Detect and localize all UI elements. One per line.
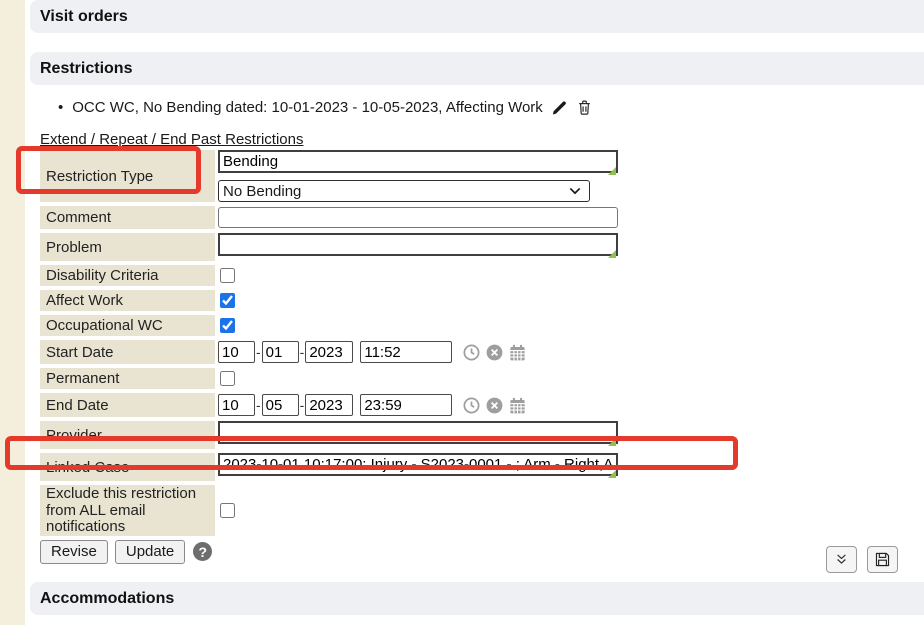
exclude-email-label: Exclude this restriction from ALL email … [40,485,215,536]
occupational-wc-label: Occupational WC [40,315,215,336]
help-icon[interactable]: ? [193,542,212,561]
calendar-icon [508,396,527,415]
provider-input[interactable] [218,421,618,444]
start-time-now-button[interactable] [462,343,481,362]
pencil-icon [551,99,568,116]
date-separator: - [256,344,261,360]
end-date-clear-button[interactable] [485,396,504,415]
start-day-input[interactable] [262,341,299,363]
start-date-label: Start Date [40,340,215,364]
occupational-wc-checkbox[interactable] [220,318,235,333]
restriction-type-selected-option: No Bending [223,183,301,200]
end-date-label: End Date [40,393,215,417]
start-date-clear-button[interactable] [485,343,504,362]
linked-case-row: Linked Case 2023-10-01 10:17:00: Injury … [40,453,660,481]
permanent-label: Permanent [40,368,215,389]
date-separator: - [300,344,305,360]
start-date-calendar-button[interactable] [508,343,527,362]
occupational-wc-row: Occupational WC [40,315,660,336]
end-date-calendar-button[interactable] [508,396,527,415]
comment-label: Comment [40,206,215,229]
restriction-form: Restriction Type Bending No Bending Comm… [40,150,660,564]
problem-row: Problem [40,233,660,261]
form-actions: Revise Update ? [40,540,660,564]
left-margin-strip [0,0,25,625]
provider-row: Provider [40,421,660,449]
end-day-input[interactable] [262,394,299,416]
save-disk-icon [874,551,891,568]
double-chevron-down-icon [833,551,850,568]
restrictions-title: Restrictions [40,60,132,78]
trash-icon [576,99,593,116]
restrictions-section-bar: Restrictions [30,52,924,85]
update-button[interactable]: Update [115,540,185,564]
permanent-checkbox[interactable] [220,371,235,386]
existing-restriction-text: OCC WC, No Bending dated: 10-01-2023 - 1… [72,99,543,116]
end-time-now-button[interactable] [462,396,481,415]
permanent-row: Permanent [40,368,660,389]
linked-case-input[interactable]: 2023-10-01 10:17:00: Injury - S2023-0001… [218,453,618,476]
start-date-row: Start Date - - [40,340,660,364]
disability-criteria-label: Disability Criteria [40,265,215,286]
exclude-email-checkbox[interactable] [220,503,235,518]
linked-case-label: Linked Case [40,453,215,481]
restriction-type-row: Restriction Type Bending No Bending [40,150,660,202]
delete-restriction-button[interactable] [576,99,593,116]
start-month-input[interactable] [218,341,255,363]
clear-circle-icon [485,396,504,415]
accommodations-section-bar: Accommodations [30,582,924,615]
existing-restriction-item: OCC WC, No Bending dated: 10-01-2023 - 1… [58,99,593,116]
clear-circle-icon [485,343,504,362]
visit-orders-title: Visit orders [40,8,128,26]
restriction-type-search-input[interactable]: Bending [218,150,618,173]
visit-orders-section-bar: Visit orders [30,0,924,33]
date-separator: - [300,397,305,413]
clock-icon [462,343,481,362]
end-year-input[interactable] [305,394,353,416]
page: Visit orders Restrictions OCC WC, No Ben… [0,0,924,625]
section-corner-buttons [826,546,898,573]
extend-repeat-end-link[interactable]: Extend / Repeat / End Past Restrictions [40,131,303,148]
revise-button[interactable]: Revise [40,540,108,564]
restriction-type-select[interactable]: No Bending [218,180,590,202]
comment-row: Comment [40,206,660,229]
edit-restriction-button[interactable] [551,99,568,116]
affect-work-checkbox[interactable] [220,293,235,308]
comment-input[interactable] [218,207,618,228]
problem-input[interactable] [218,233,618,256]
date-separator: - [256,397,261,413]
accommodations-title: Accommodations [40,590,174,608]
affect-work-label: Affect Work [40,290,215,311]
start-time-input[interactable] [360,341,452,363]
disability-criteria-checkbox[interactable] [220,268,235,283]
end-month-input[interactable] [218,394,255,416]
start-year-input[interactable] [305,341,353,363]
exclude-email-row: Exclude this restriction from ALL email … [40,485,660,536]
chevron-down-icon [569,187,581,195]
provider-label: Provider [40,421,215,449]
disability-criteria-row: Disability Criteria [40,265,660,286]
end-date-row: End Date - - [40,393,660,417]
save-section-button[interactable] [867,546,898,573]
end-time-input[interactable] [360,394,452,416]
problem-label: Problem [40,233,215,261]
collapse-section-button[interactable] [826,546,857,573]
calendar-icon [508,343,527,362]
restriction-type-label: Restriction Type [40,150,215,202]
affect-work-row: Affect Work [40,290,660,311]
clock-icon [462,396,481,415]
